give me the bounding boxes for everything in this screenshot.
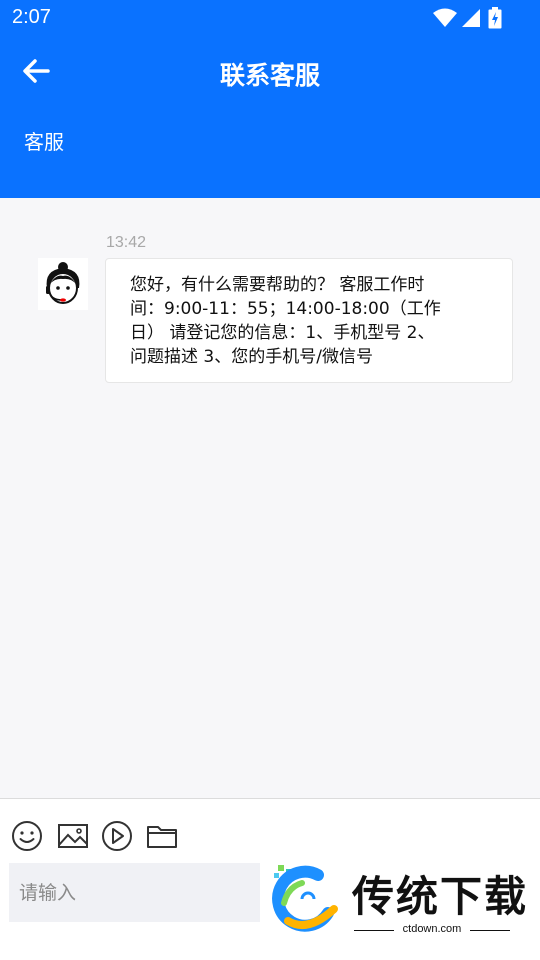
message-line: 间：9:00-11：55；14:00-18:00（工作	[130, 299, 441, 319]
ctdown-logo-icon	[272, 865, 338, 932]
watermark-text: 传统下载	[352, 872, 529, 921]
status-icons	[432, 7, 502, 29]
image-button[interactable]	[56, 819, 90, 853]
video-button[interactable]	[100, 819, 134, 853]
customer-service-avatar-icon	[38, 258, 88, 310]
signal-icon	[462, 9, 480, 27]
emoji-button[interactable]	[10, 819, 44, 853]
message-line: 日） 请登记您的信息：1、手机型号 2、	[130, 323, 435, 343]
status-time: 2:07	[12, 6, 51, 28]
watermark-url: ctdown.com	[402, 923, 462, 935]
page-title: 联系客服	[219, 61, 320, 90]
status-bar: 2:07	[0, 0, 540, 36]
message-input[interactable]	[9, 863, 260, 922]
image-icon	[58, 824, 88, 848]
watermark: 传统下载 ctdown.com	[266, 861, 540, 937]
header: 联系客服 客服	[0, 36, 540, 198]
message-line: 您好，有什么需要帮助的？ 客服工作时	[130, 275, 425, 295]
emoji-icon	[12, 821, 42, 851]
wifi-icon	[433, 8, 457, 27]
video-icon	[102, 821, 132, 851]
message-line: 问题描述 3、您的手机号/微信号	[130, 347, 373, 367]
message-timestamp: 13:42	[106, 234, 147, 251]
battery-charging-icon	[488, 7, 502, 29]
folder-icon	[147, 826, 177, 848]
chat-area[interactable]: 13:42 您好，有什么需要帮助的？ 客服工作时 间：9:00-11：55；14…	[0, 198, 540, 798]
message-bubble: 您好，有什么需要帮助的？ 客服工作时 间：9:00-11：55；14:00-18…	[105, 258, 513, 383]
input-toolbar: 传统下载 ctdown.com	[0, 799, 540, 960]
watermark-line	[470, 930, 510, 931]
agent-name: 客服	[24, 130, 64, 154]
folder-button[interactable]	[145, 819, 179, 853]
